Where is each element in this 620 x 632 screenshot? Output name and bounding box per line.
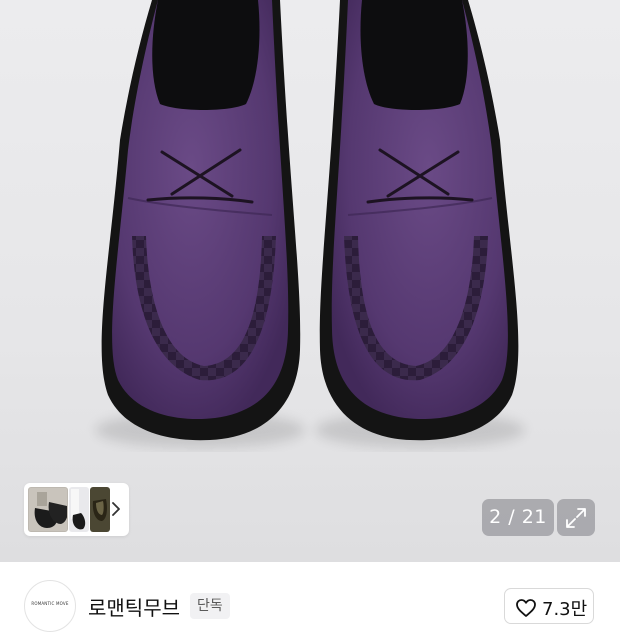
thumbnail-3[interactable] [90,487,110,532]
thumbnail-1[interactable] [28,487,68,532]
product-image-gallery[interactable]: 2 / 21 [0,0,620,562]
thumbnail-strip[interactable] [24,483,129,536]
seller-name[interactable]: 로맨틱무브 [88,592,180,621]
fullscreen-button[interactable] [557,499,595,536]
like-count: 7.3만 [542,599,588,620]
heart-icon [516,599,536,617]
expand-icon [566,508,586,528]
like-button[interactable]: 7.3만 [504,588,594,624]
chevron-right-icon[interactable] [109,499,123,519]
left-shoe [101,0,301,441]
page-counter: 2 / 21 [482,499,554,536]
thumbnail-2[interactable] [69,487,89,532]
seller-logo[interactable]: ROMANTIC MOVE [24,580,76,632]
seller-logo-text: ROMANTIC MOVE [31,601,69,606]
product-photo [95,0,525,448]
right-shoe [319,0,519,441]
exclusive-badge: 단독 [190,593,230,619]
seller-bar: ROMANTIC MOVE 로맨틱무브 단독 7.3만 [0,562,620,632]
